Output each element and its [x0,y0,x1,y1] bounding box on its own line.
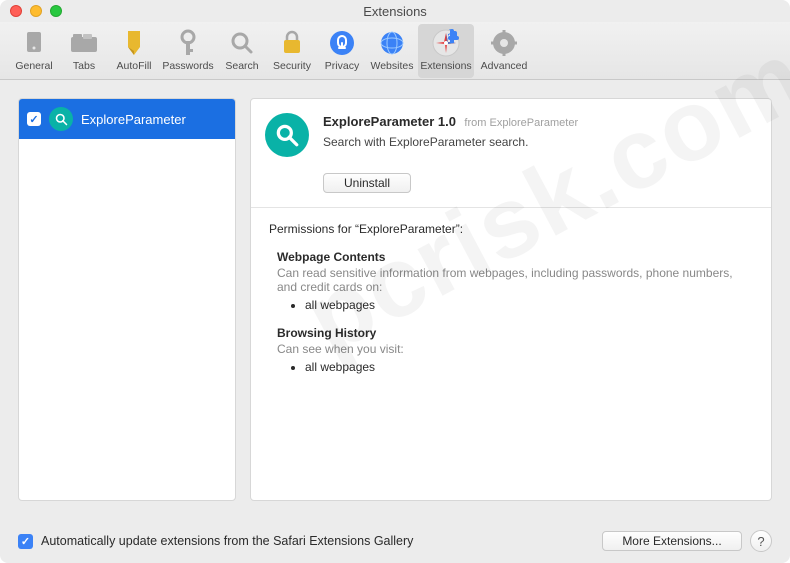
permission-list: all webpages [277,360,753,374]
tab-privacy[interactable]: Privacy [318,24,366,78]
preferences-toolbar: General Tabs AutoFill Passwords Search [0,22,790,80]
tab-tabs[interactable]: Tabs [60,24,108,78]
extension-small-icon [49,107,73,131]
tab-label: Advanced [481,60,528,72]
permission-item: all webpages [305,298,753,312]
titlebar: Extensions [0,0,790,22]
tab-extensions[interactable]: Extensions [418,24,474,78]
permissions-heading: Permissions for “ExploreParameter”: [269,222,753,236]
content-area: ✓ ExploreParameter ExploreParameter 1.0 … [0,80,790,519]
privacy-icon [327,28,357,58]
tab-label: AutoFill [116,60,151,72]
uninstall-button[interactable]: Uninstall [323,173,411,193]
extension-large-icon [265,113,309,157]
window-title: Extensions [0,4,790,19]
extensions-sidebar: ✓ ExploreParameter [18,98,236,501]
permission-title: Webpage Contents [277,250,753,264]
extensions-icon [431,28,461,58]
detail-title-row: ExploreParameter 1.0 from ExploreParamet… [323,113,578,131]
permission-item: all webpages [305,360,753,374]
security-icon [277,28,307,58]
auto-update-label: Automatically update extensions from the… [41,534,413,548]
tab-websites[interactable]: Websites [368,24,416,78]
extension-name-label: ExploreParameter [81,112,186,127]
permission-title: Browsing History [277,326,753,340]
preferences-window: Extensions General Tabs AutoFill Passwor… [0,0,790,563]
websites-icon [377,28,407,58]
tab-label: Security [273,60,311,72]
permission-list: all webpages [277,298,753,312]
tab-label: Privacy [325,60,359,72]
passwords-icon [173,28,203,58]
tab-label: Passwords [162,60,213,72]
extension-description: Search with ExploreParameter search. [323,135,578,149]
tab-autofill[interactable]: AutoFill [110,24,158,78]
extension-author: from ExploreParameter [464,117,578,129]
detail-header: ExploreParameter 1.0 from ExploreParamet… [251,99,771,169]
tab-label: Extensions [420,60,471,72]
general-icon [19,28,49,58]
extension-enabled-checkbox[interactable]: ✓ [27,112,41,126]
tab-label: Tabs [73,60,95,72]
footer: ✓ Automatically update extensions from t… [0,519,790,563]
auto-update-checkbox[interactable]: ✓ [18,534,33,549]
permission-description: Can see when you visit: [277,342,753,356]
search-icon [227,28,257,58]
detail-text: ExploreParameter 1.0 from ExploreParamet… [323,113,578,149]
extension-detail-panel: ExploreParameter 1.0 from ExploreParamet… [250,98,772,501]
permission-description: Can read sensitive information from webp… [277,266,753,294]
more-extensions-button[interactable]: More Extensions... [602,531,742,551]
tab-label: General [15,60,52,72]
tab-general[interactable]: General [10,24,58,78]
extension-list-item[interactable]: ✓ ExploreParameter [19,99,235,139]
advanced-icon [489,28,519,58]
tab-search[interactable]: Search [218,24,266,78]
tab-passwords[interactable]: Passwords [160,24,216,78]
tab-label: Search [225,60,258,72]
uninstall-row: Uninstall [251,169,771,207]
tab-advanced[interactable]: Advanced [476,24,532,78]
tabs-icon [69,28,99,58]
tab-security[interactable]: Security [268,24,316,78]
permission-group-webpage-contents: Webpage Contents Can read sensitive info… [269,250,753,312]
tab-label: Websites [371,60,414,72]
help-button[interactable]: ? [750,530,772,552]
permissions-section: Permissions for “ExploreParameter”: Webp… [251,208,771,402]
extension-title: ExploreParameter 1.0 [323,114,456,129]
autofill-icon [119,28,149,58]
permission-group-browsing-history: Browsing History Can see when you visit:… [269,326,753,374]
